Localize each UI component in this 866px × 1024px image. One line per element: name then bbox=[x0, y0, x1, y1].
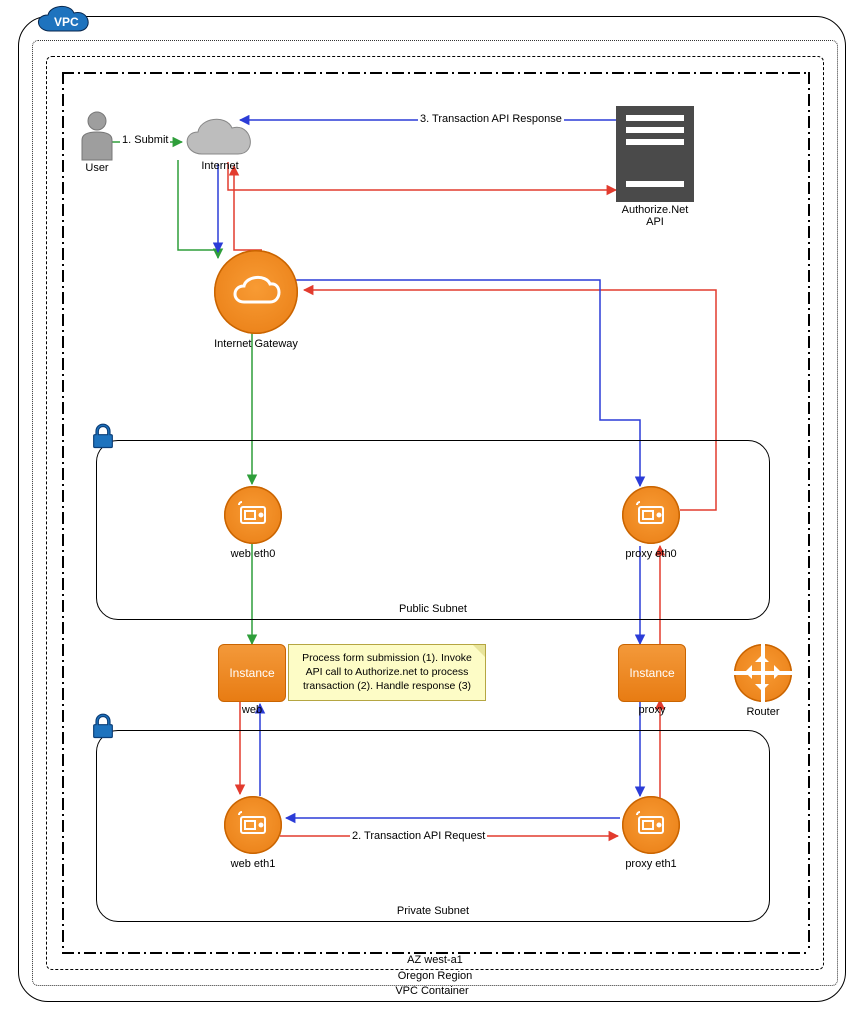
internet-cloud-icon bbox=[180, 110, 260, 167]
internet-gateway-icon bbox=[214, 250, 298, 334]
web-instance-label: web bbox=[192, 704, 312, 716]
proxy-instance-icon: Instance bbox=[618, 644, 686, 702]
public-subnet-label: Public Subnet bbox=[97, 603, 769, 615]
inner-frame-bottom bbox=[62, 952, 808, 954]
internet-gateway-label: Internet Gateway bbox=[196, 338, 316, 350]
lock-icon bbox=[89, 423, 117, 451]
user-label: User bbox=[37, 162, 157, 174]
internet-label: Internet bbox=[160, 160, 280, 172]
lock-icon bbox=[89, 713, 117, 741]
proxy-instance-box-text: Instance bbox=[629, 666, 674, 680]
web-instance-icon: Instance bbox=[218, 644, 286, 702]
az-label: AZ west-a1 bbox=[47, 954, 823, 966]
vpc-container-label: VPC Container bbox=[19, 985, 845, 997]
router-icon bbox=[734, 644, 792, 702]
vpc-badge: VPC bbox=[30, 1, 98, 44]
diagram-canvas: VPC Container Oregon Region AZ west-a1 V… bbox=[0, 0, 866, 1024]
private-subnet-label: Private Subnet bbox=[97, 905, 769, 917]
web-instance-box-text: Instance bbox=[229, 666, 274, 680]
edge-label-submit: 1. Submit bbox=[120, 134, 170, 146]
proxy-instance-label: proxy bbox=[592, 704, 712, 716]
user-icon bbox=[78, 110, 116, 165]
edge-label-api-response: 3. Transaction API Response bbox=[418, 113, 564, 125]
region-label: Oregon Region bbox=[33, 970, 837, 982]
inner-frame-top bbox=[62, 72, 808, 74]
web-eth0-icon bbox=[224, 486, 282, 544]
proxy-eth1-label: proxy eth1 bbox=[591, 858, 711, 870]
authorize-net-server-icon bbox=[616, 106, 694, 202]
web-eth1-icon bbox=[224, 796, 282, 854]
web-eth1-label: web eth1 bbox=[193, 858, 313, 870]
web-eth0-label: web eth0 bbox=[193, 548, 313, 560]
vpc-badge-text: VPC bbox=[54, 15, 79, 29]
inner-frame-left bbox=[62, 72, 64, 952]
router-label: Router bbox=[703, 706, 823, 718]
proxy-eth0-label: proxy eth0 bbox=[591, 548, 711, 560]
inner-frame-right bbox=[808, 72, 810, 952]
proxy-eth1-icon bbox=[622, 796, 680, 854]
process-note: Process form submission (1). Invoke API … bbox=[288, 644, 486, 701]
proxy-eth0-icon bbox=[622, 486, 680, 544]
authorize-net-label: Authorize.Net API bbox=[595, 204, 715, 228]
